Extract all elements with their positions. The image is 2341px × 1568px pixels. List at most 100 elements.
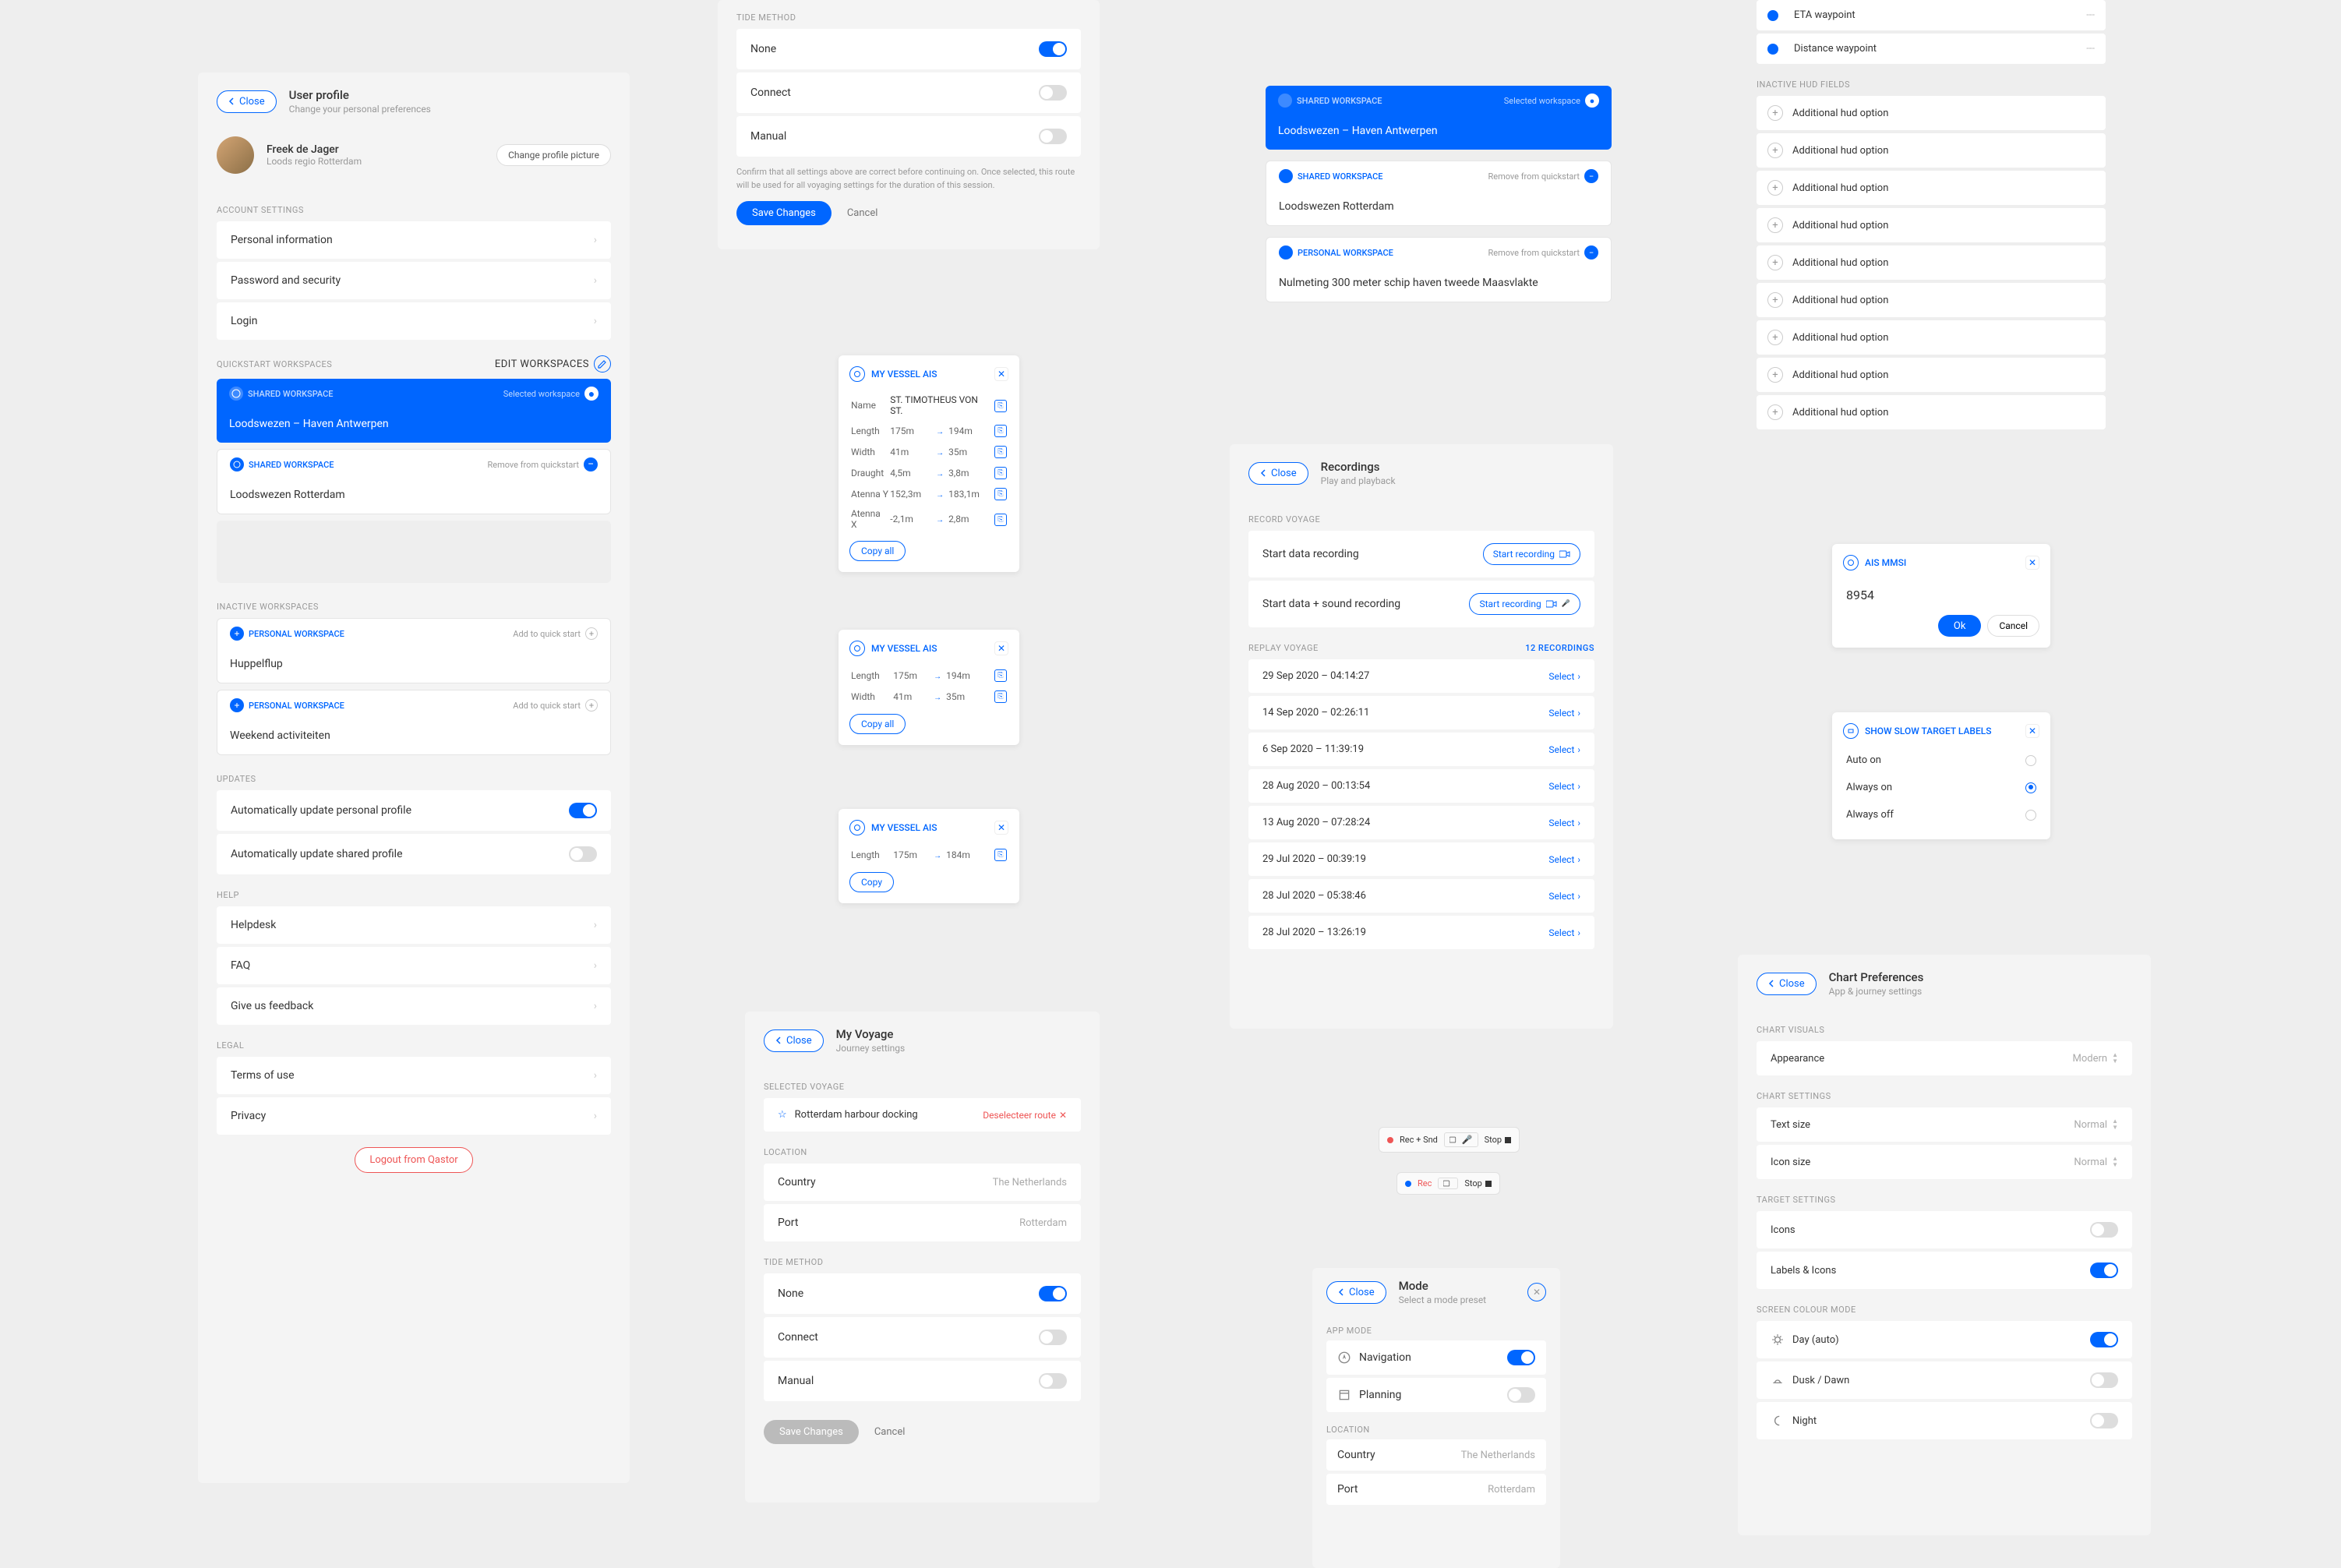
select-link[interactable]: Select› xyxy=(1548,927,1580,938)
plus-icon[interactable]: + xyxy=(1767,105,1783,121)
plus-icon[interactable]: + xyxy=(1767,404,1783,420)
plus-icon[interactable]: + xyxy=(1767,330,1783,345)
copy-icon[interactable]: ⎘ xyxy=(994,669,1007,682)
copy-icon[interactable]: ⎘ xyxy=(994,400,1007,412)
copy-icon[interactable]: ⎘ xyxy=(994,446,1007,458)
recording-row[interactable]: 29 Jul 2020 – 00:39:19Select› xyxy=(1248,842,1594,876)
inactive-workspace-card[interactable]: PERSONAL WORKSPACE Add to quick start+ W… xyxy=(217,690,611,755)
close-button[interactable]: Close xyxy=(217,90,277,113)
close-button[interactable]: Close xyxy=(764,1029,824,1052)
toggle-switch[interactable] xyxy=(1039,41,1067,57)
radio-option[interactable]: Always off xyxy=(1843,801,2039,828)
toggle-switch[interactable] xyxy=(2090,1413,2118,1429)
active-hud-row[interactable]: ETA waypoint--- xyxy=(1757,0,2106,30)
recording-row[interactable]: 29 Sep 2020 – 04:14:27Select› xyxy=(1248,659,1594,693)
deselect-route-link[interactable]: Deselecteer route✕ xyxy=(983,1110,1067,1121)
plus-icon[interactable]: + xyxy=(1767,255,1783,270)
save-button[interactable]: Save Changes xyxy=(736,201,832,225)
copy-icon[interactable]: ⎘ xyxy=(994,690,1007,703)
inactive-hud-row[interactable]: +Additional hud option xyxy=(1757,171,2106,205)
workspace-card[interactable]: PERSONAL WORKSPACERemove from quickstart… xyxy=(1266,237,1612,302)
recording-row[interactable]: 6 Sep 2020 – 11:39:19Select› xyxy=(1248,733,1594,766)
workspace-card[interactable]: SHARED WORKSPACERemove from quickstart− … xyxy=(1266,161,1612,226)
recording-row[interactable]: 28 Aug 2020 – 00:13:54Select› xyxy=(1248,769,1594,803)
row-feedback[interactable]: Give us feedback› xyxy=(217,987,611,1025)
toggle-switch[interactable] xyxy=(1039,1286,1067,1301)
row-password[interactable]: Password and security› xyxy=(217,262,611,299)
recording-row[interactable]: 28 Jul 2020 – 05:38:46Select› xyxy=(1248,879,1594,913)
row-faq[interactable]: FAQ› xyxy=(217,947,611,984)
ws-action[interactable]: Add to quick start xyxy=(513,701,581,711)
logout-button[interactable]: Logout from Qastor xyxy=(355,1147,472,1173)
toggle-switch[interactable] xyxy=(569,803,597,818)
inactive-workspace-card[interactable]: PERSONAL WORKSPACE Add to quick start+ H… xyxy=(217,618,611,683)
rec-stop-button[interactable]: Stop xyxy=(1464,1178,1491,1188)
port-row[interactable]: PortRotterdam xyxy=(1326,1474,1546,1505)
recording-row[interactable]: 13 Aug 2020 – 07:28:24Select› xyxy=(1248,806,1594,839)
row-privacy[interactable]: Privacy› xyxy=(217,1097,611,1135)
remove-icon[interactable]: − xyxy=(1584,245,1598,260)
cancel-button[interactable]: Cancel xyxy=(1987,615,2039,637)
row-login[interactable]: Login› xyxy=(217,302,611,340)
edit-workspaces-link[interactable]: Edit Workspaces xyxy=(495,355,611,373)
copy-all-button[interactable]: Copy all xyxy=(849,714,906,734)
plus-icon[interactable]: + xyxy=(585,627,598,640)
close-icon[interactable]: ✕ xyxy=(1527,1283,1546,1301)
toggle-switch[interactable] xyxy=(1039,1330,1067,1345)
stepper-icon[interactable]: ▲▼ xyxy=(2112,1156,2118,1168)
toggle-switch[interactable] xyxy=(2090,1222,2118,1238)
active-hud-row[interactable]: Distance waypoint--- xyxy=(1757,34,2106,64)
change-picture-button[interactable]: Change profile picture xyxy=(496,144,611,166)
select-link[interactable]: Select› xyxy=(1548,671,1580,682)
copy-icon[interactable]: ⎘ xyxy=(994,514,1007,526)
plus-icon[interactable]: + xyxy=(1767,143,1783,158)
start-recording-button[interactable]: Start recording xyxy=(1483,543,1580,565)
close-icon[interactable]: ✕ xyxy=(2025,556,2039,570)
copy-icon[interactable]: ⎘ xyxy=(994,467,1007,479)
select-link[interactable]: Select› xyxy=(1548,854,1580,865)
stepper-icon[interactable]: ▲▼ xyxy=(2112,1118,2118,1131)
toggle-switch[interactable] xyxy=(1507,1387,1535,1403)
ws-action[interactable]: Remove from quickstart xyxy=(487,460,579,470)
select-link[interactable]: Select› xyxy=(1548,744,1580,755)
inactive-hud-row[interactable]: +Additional hud option xyxy=(1757,283,2106,317)
ws-action[interactable]: Remove from quickstart xyxy=(1488,171,1580,182)
row-terms[interactable]: Terms of use› xyxy=(217,1057,611,1094)
cancel-button[interactable]: Cancel xyxy=(865,1420,915,1444)
select-link[interactable]: Select› xyxy=(1548,708,1580,719)
plus-icon[interactable]: + xyxy=(1767,292,1783,308)
recording-row[interactable]: 28 Jul 2020 – 13:26:19Select› xyxy=(1248,916,1594,949)
country-row[interactable]: CountryThe Netherlands xyxy=(764,1164,1081,1201)
toggle-switch[interactable] xyxy=(2090,1372,2118,1388)
toggle-switch[interactable] xyxy=(2090,1332,2118,1347)
copy-icon[interactable]: ⎘ xyxy=(994,849,1007,861)
cancel-button[interactable]: Cancel xyxy=(838,201,888,225)
radio-option[interactable]: Auto on xyxy=(1843,747,2039,774)
plus-icon[interactable]: + xyxy=(1767,217,1783,233)
plus-icon[interactable]: + xyxy=(1767,367,1783,383)
text-size-row[interactable]: Text sizeNormal▲▼ xyxy=(1757,1107,2132,1142)
row-personal-info[interactable]: Personal information› xyxy=(217,221,611,259)
inactive-hud-row[interactable]: +Additional hud option xyxy=(1757,320,2106,355)
copy-icon[interactable]: ⎘ xyxy=(994,488,1007,500)
appearance-row[interactable]: AppearanceModern▲▼ xyxy=(1757,1041,2132,1075)
ws-action[interactable]: Add to quick start xyxy=(513,629,581,639)
inactive-hud-row[interactable]: +Additional hud option xyxy=(1757,208,2106,242)
copy-icon[interactable]: ⎘ xyxy=(994,425,1007,437)
select-link[interactable]: Select› xyxy=(1548,891,1580,902)
copy-button[interactable]: Copy xyxy=(849,872,894,892)
close-icon[interactable]: ✕ xyxy=(2025,724,2039,738)
copy-all-button[interactable]: Copy all xyxy=(849,541,906,561)
port-row[interactable]: PortRotterdam xyxy=(764,1204,1081,1241)
rec-stop-button[interactable]: Stop xyxy=(1485,1135,1511,1145)
select-link[interactable]: Select› xyxy=(1548,818,1580,828)
inactive-hud-row[interactable]: +Additional hud option xyxy=(1757,245,2106,280)
toggle-switch[interactable] xyxy=(1039,85,1067,101)
inactive-hud-row[interactable]: +Additional hud option xyxy=(1757,395,2106,429)
select-link[interactable]: Select› xyxy=(1548,781,1580,792)
close-icon[interactable]: ✕ xyxy=(994,367,1008,381)
country-row[interactable]: CountryThe Netherlands xyxy=(1326,1439,1546,1471)
ws-action[interactable]: Remove from quickstart xyxy=(1488,248,1580,258)
remove-icon[interactable]: − xyxy=(584,457,598,471)
close-icon[interactable]: ✕ xyxy=(994,821,1008,835)
